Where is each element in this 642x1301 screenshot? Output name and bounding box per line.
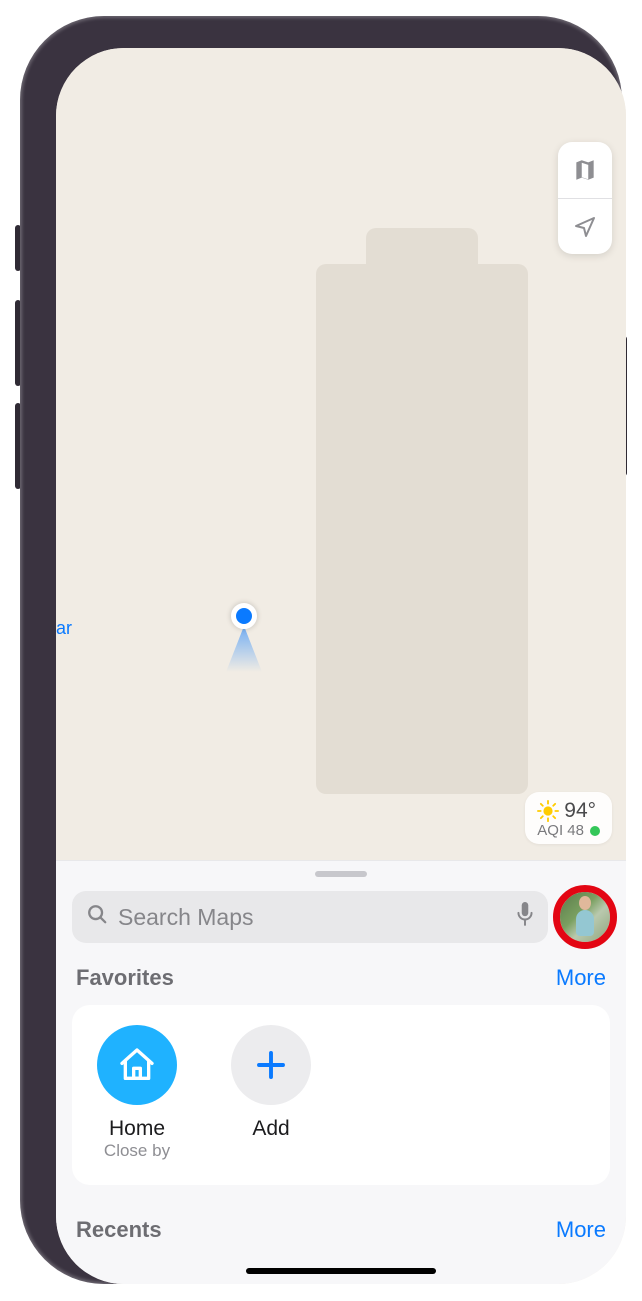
aqi-status-dot [590,826,600,836]
sheet-grabber[interactable] [315,871,367,877]
locate-me-button[interactable] [558,198,612,254]
dictation-icon[interactable] [516,902,534,932]
user-location-dot[interactable] [231,603,257,629]
weather-aqi: AQI 48 [537,823,584,840]
map-mode-button[interactable] [558,142,612,198]
favorites-card: Home Close by Add [72,1005,610,1185]
favorite-add[interactable]: Add [226,1025,316,1161]
sun-icon [537,800,559,822]
user-heading-beam [226,626,262,672]
screen: 12:36 99 ar [56,48,626,1284]
bottom-sheet[interactable]: Search Maps Favorites More [56,860,626,1284]
favorites-more-button[interactable]: More [556,965,606,991]
weather-widget[interactable]: 94° AQI 48 [525,792,612,844]
map-building-shape [316,264,528,794]
map-controls [558,142,612,254]
favorites-title: Favorites [76,965,174,991]
search-icon [86,903,108,931]
plus-icon [231,1025,311,1105]
favorite-home-sub: Close by [92,1141,182,1161]
recents-more-button[interactable]: More [556,1217,606,1243]
search-placeholder: Search Maps [118,904,506,931]
weather-temp: 94° [564,799,596,822]
map-label-fragment: ar [56,618,72,639]
home-indicator[interactable] [246,1268,436,1274]
favorite-add-label: Add [226,1117,316,1141]
phone-frame: 12:36 99 ar [20,16,622,1284]
map-canvas[interactable]: ar 94° AQI 48 [56,48,626,860]
recents-title: Recents [76,1217,162,1243]
home-icon [97,1025,177,1105]
favorite-home[interactable]: Home Close by [92,1025,182,1161]
profile-avatar[interactable] [560,892,610,942]
favorite-home-label: Home [92,1117,182,1141]
search-field[interactable]: Search Maps [72,891,548,943]
